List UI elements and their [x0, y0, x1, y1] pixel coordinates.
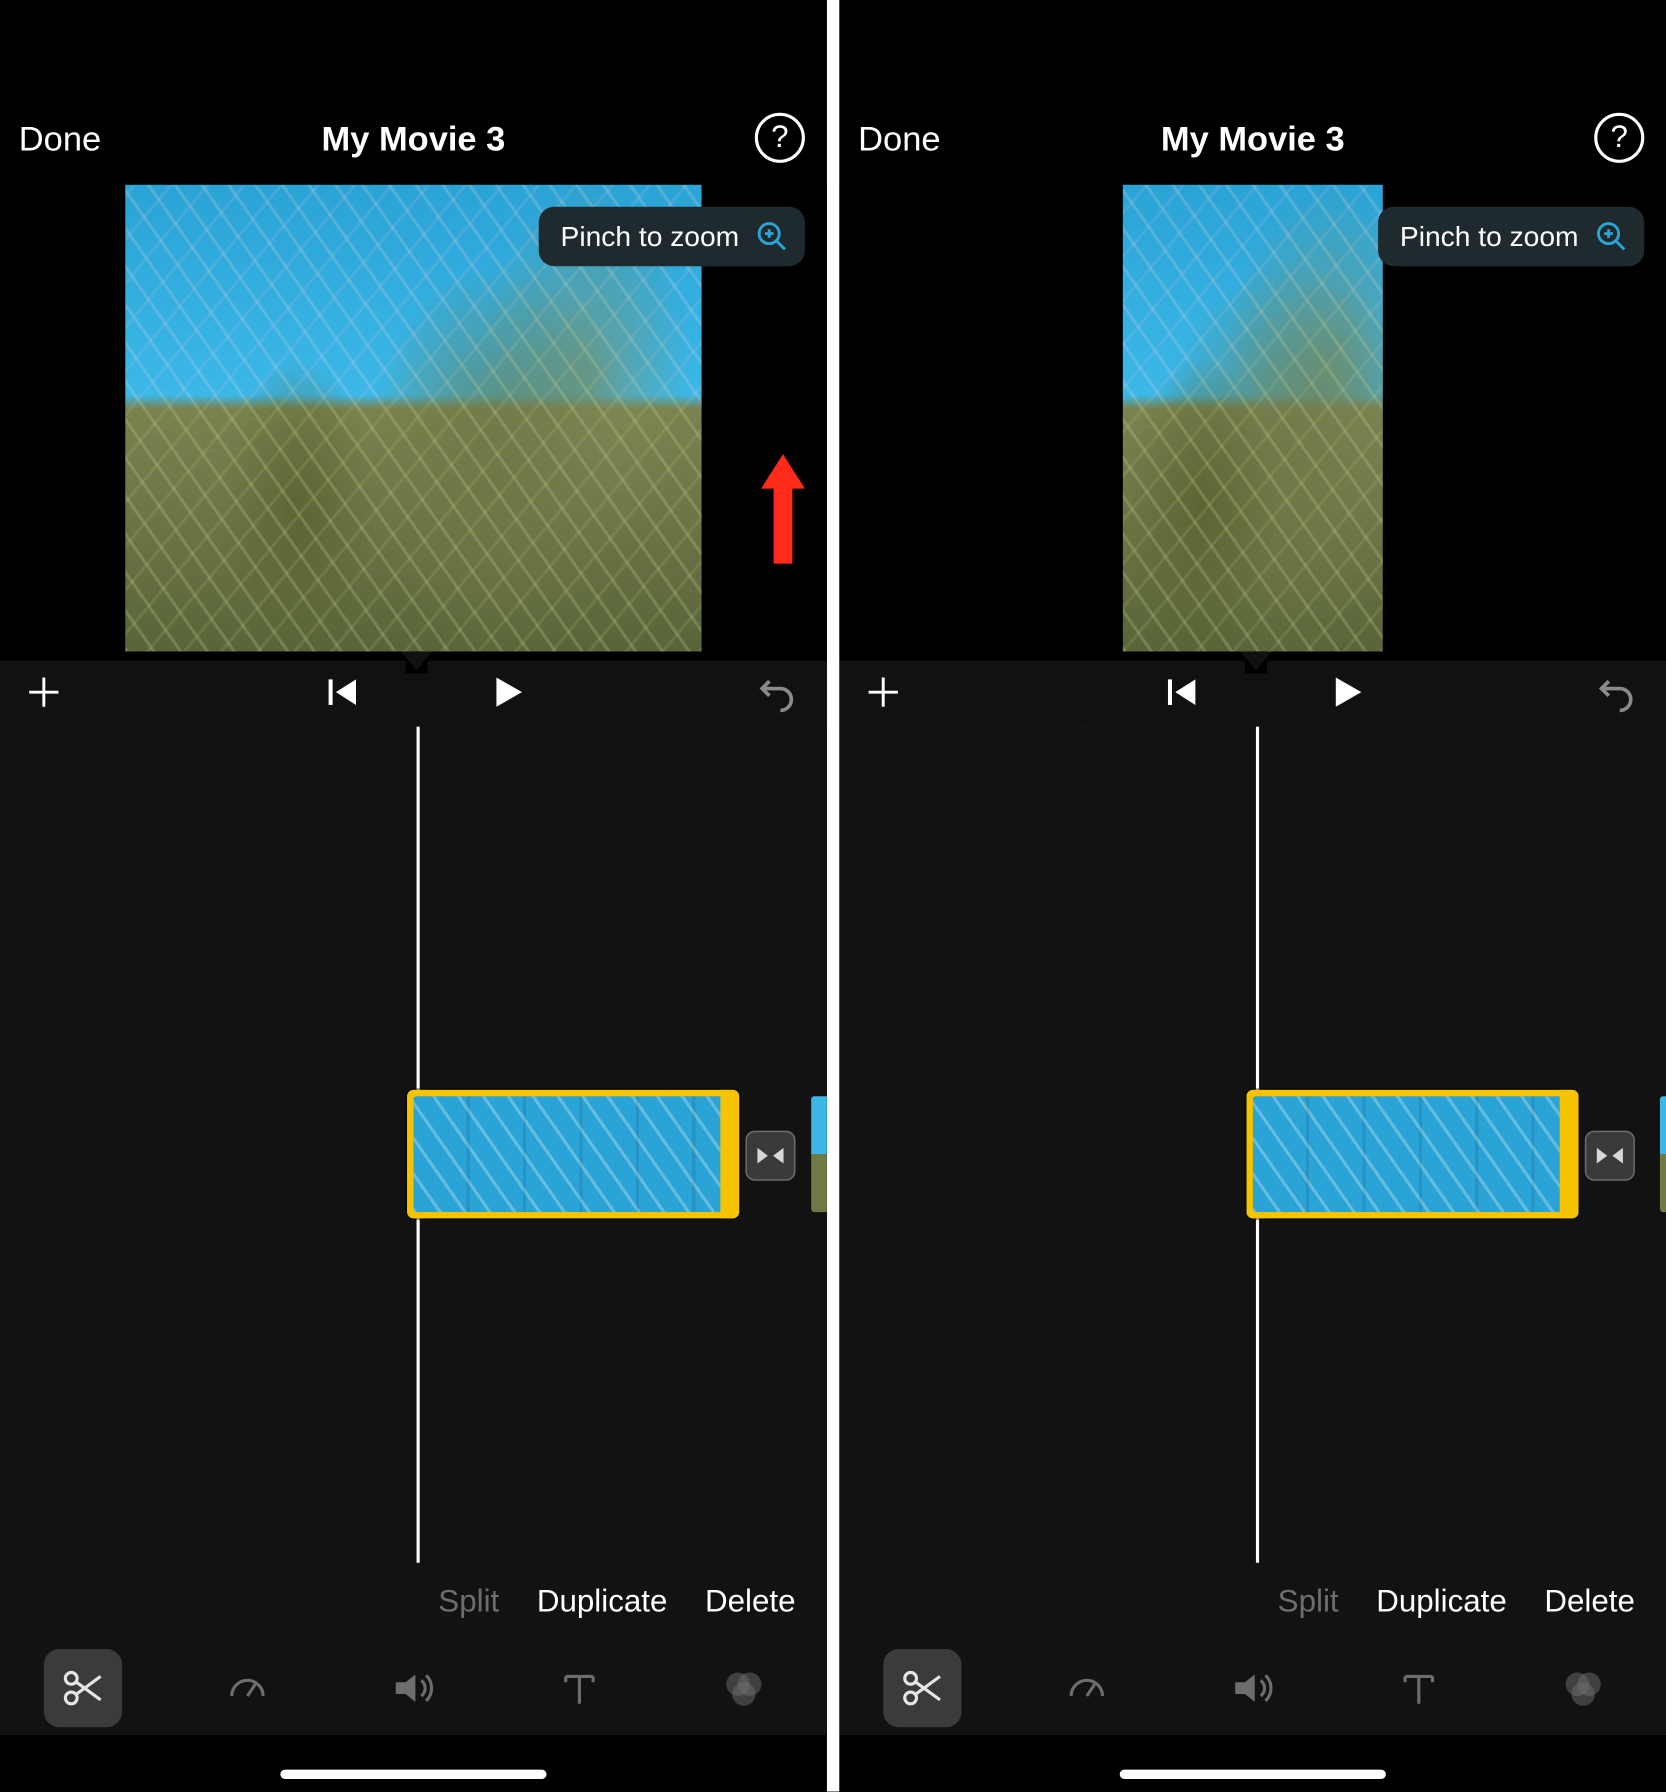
left-screenshot: Done My Movie 3 ? Pinch to zoom	[0, 0, 827, 1792]
speed-tab[interactable]	[209, 1649, 287, 1727]
next-clip-peek[interactable]	[1660, 1096, 1666, 1212]
clip-action-row: Split Duplicate Delete	[0, 1563, 827, 1641]
scissors-icon	[899, 1665, 946, 1712]
undo-button[interactable]	[755, 670, 799, 714]
volume-tab[interactable]	[374, 1649, 452, 1727]
selected-clip[interactable]	[1247, 1090, 1579, 1218]
speaker-icon	[1229, 1665, 1276, 1712]
timeline[interactable]	[0, 727, 827, 1563]
bottom-tool-tabs	[839, 1641, 1666, 1735]
pinch-to-zoom-label: Pinch to zoom	[1400, 220, 1579, 253]
add-media-button[interactable]	[861, 670, 905, 714]
right-screenshot: Done My Movie 3 ? Pinch to zoom	[839, 0, 1666, 1792]
transport-bar	[839, 661, 1666, 727]
delete-button[interactable]: Delete	[705, 1584, 796, 1620]
duplicate-button[interactable]: Duplicate	[537, 1584, 668, 1620]
help-icon: ?	[771, 122, 788, 153]
split-button[interactable]: Split	[438, 1584, 499, 1620]
add-media-button[interactable]	[22, 670, 66, 714]
selected-clip[interactable]	[407, 1090, 739, 1218]
transition-button[interactable]	[745, 1131, 795, 1181]
clip-action-row: Split Duplicate Delete	[839, 1563, 1666, 1641]
filters-icon	[721, 1665, 768, 1712]
timeline[interactable]	[839, 727, 1666, 1563]
text-icon	[555, 1665, 602, 1712]
split-button[interactable]: Split	[1278, 1584, 1339, 1620]
pinch-to-zoom-button[interactable]: Pinch to zoom	[539, 207, 805, 267]
playhead-marker-icon	[406, 651, 428, 673]
pinch-to-zoom-label: Pinch to zoom	[561, 220, 740, 253]
bottom-tool-tabs	[0, 1641, 827, 1735]
done-button[interactable]: Done	[858, 119, 940, 160]
clip-trim-handle-right[interactable]	[720, 1090, 739, 1218]
speed-tab[interactable]	[1048, 1649, 1126, 1727]
filters-tab[interactable]	[1544, 1649, 1622, 1727]
clip-thumbnail-strip	[1253, 1096, 1572, 1212]
play-button[interactable]	[1325, 670, 1369, 714]
annotation-arrow-red-up	[755, 454, 811, 571]
home-indicator[interactable]	[1120, 1770, 1386, 1779]
home-indicator[interactable]	[280, 1770, 546, 1779]
video-preview[interactable]: Pinch to zoom	[0, 185, 827, 661]
speaker-icon	[390, 1665, 437, 1712]
titles-tab[interactable]	[540, 1649, 618, 1727]
project-title: My Movie 3	[839, 119, 1666, 160]
project-title: My Movie 3	[0, 119, 827, 160]
transition-button[interactable]	[1585, 1131, 1635, 1181]
speedometer-icon	[1064, 1665, 1111, 1712]
skip-to-start-button[interactable]	[1159, 670, 1203, 714]
delete-button[interactable]: Delete	[1544, 1584, 1635, 1620]
help-button[interactable]: ?	[755, 113, 805, 163]
composite-divider	[827, 0, 840, 1792]
scissors-icon	[59, 1665, 106, 1712]
video-preview[interactable]: Pinch to zoom	[839, 185, 1666, 661]
header-bar: Done My Movie 3 ?	[839, 0, 1666, 185]
cut-tab[interactable]	[883, 1649, 961, 1727]
titles-tab[interactable]	[1379, 1649, 1457, 1727]
clip-trim-handle-right[interactable]	[1560, 1090, 1579, 1218]
clip-thumbnail-strip	[413, 1096, 732, 1212]
undo-button[interactable]	[1594, 670, 1638, 714]
volume-tab[interactable]	[1214, 1649, 1292, 1727]
preview-frame	[1123, 185, 1383, 652]
magnifier-plus-icon	[1594, 219, 1628, 253]
speedometer-icon	[225, 1665, 272, 1712]
filters-icon	[1560, 1665, 1607, 1712]
done-button[interactable]: Done	[19, 119, 101, 160]
help-icon: ?	[1611, 122, 1628, 153]
cut-tab[interactable]	[44, 1649, 122, 1727]
play-button[interactable]	[485, 670, 529, 714]
magnifier-plus-icon	[755, 219, 789, 253]
playhead-marker-icon	[1245, 651, 1267, 673]
header-bar: Done My Movie 3 ?	[0, 0, 827, 185]
filters-tab[interactable]	[705, 1649, 783, 1727]
pinch-to-zoom-button[interactable]: Pinch to zoom	[1378, 207, 1644, 267]
help-button[interactable]: ?	[1594, 113, 1644, 163]
skip-to-start-button[interactable]	[319, 670, 363, 714]
next-clip-peek[interactable]	[811, 1096, 827, 1212]
transport-bar	[0, 661, 827, 727]
duplicate-button[interactable]: Duplicate	[1376, 1584, 1507, 1620]
text-icon	[1395, 1665, 1442, 1712]
